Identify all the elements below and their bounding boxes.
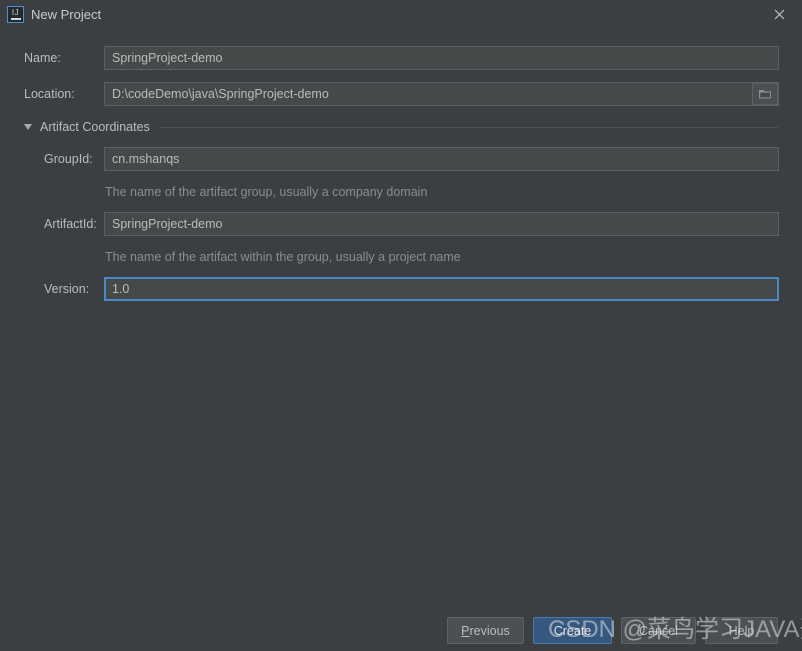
previous-button-label: revious (469, 623, 510, 638)
help-button-label: Help (728, 623, 755, 638)
group-id-input[interactable] (104, 147, 779, 171)
close-button[interactable] (756, 0, 802, 29)
group-id-row: GroupId: (44, 147, 780, 171)
location-label: Location: (24, 87, 75, 101)
folder-icon (759, 90, 771, 99)
version-row: Version: (44, 277, 780, 301)
location-browse-button[interactable] (752, 83, 778, 105)
chevron-down-icon (24, 124, 32, 130)
title-bar: IJ New Project (0, 0, 802, 29)
version-label: Version: (44, 282, 90, 296)
name-label: Name: (24, 51, 61, 65)
group-id-label: GroupId: (44, 152, 93, 166)
group-id-helper-text: The name of the artifact group, usually … (105, 185, 428, 199)
help-button[interactable]: Help (705, 617, 778, 644)
name-input[interactable] (104, 46, 779, 70)
location-input[interactable] (104, 82, 779, 106)
artifact-id-input[interactable] (104, 212, 779, 236)
create-button[interactable]: Create (533, 617, 612, 644)
cancel-button-label: Cancel (639, 623, 678, 638)
cancel-button[interactable]: Cancel (621, 617, 696, 644)
artifact-id-helper-text: The name of the artifact within the grou… (105, 250, 461, 264)
artifact-coordinates-label: Artifact Coordinates (40, 120, 150, 134)
section-divider (158, 126, 778, 128)
artifact-id-row: ArtifactId: (44, 212, 780, 236)
close-icon (774, 9, 784, 20)
name-row: Name: (24, 46, 780, 70)
intellij-idea-icon: IJ (7, 6, 24, 23)
previous-button-mnemonic: P (461, 623, 470, 638)
location-row: Location: (24, 82, 780, 106)
previous-button[interactable]: Previous (447, 617, 524, 644)
create-button-label: Create (553, 623, 592, 638)
window-title: New Project (31, 7, 102, 22)
version-input[interactable] (104, 277, 779, 301)
new-project-dialog: IJ New Project Name: Location: Artifact … (0, 0, 802, 651)
artifact-id-label: ArtifactId: (44, 217, 97, 231)
artifact-coordinates-section-toggle[interactable]: Artifact Coordinates (24, 119, 778, 135)
